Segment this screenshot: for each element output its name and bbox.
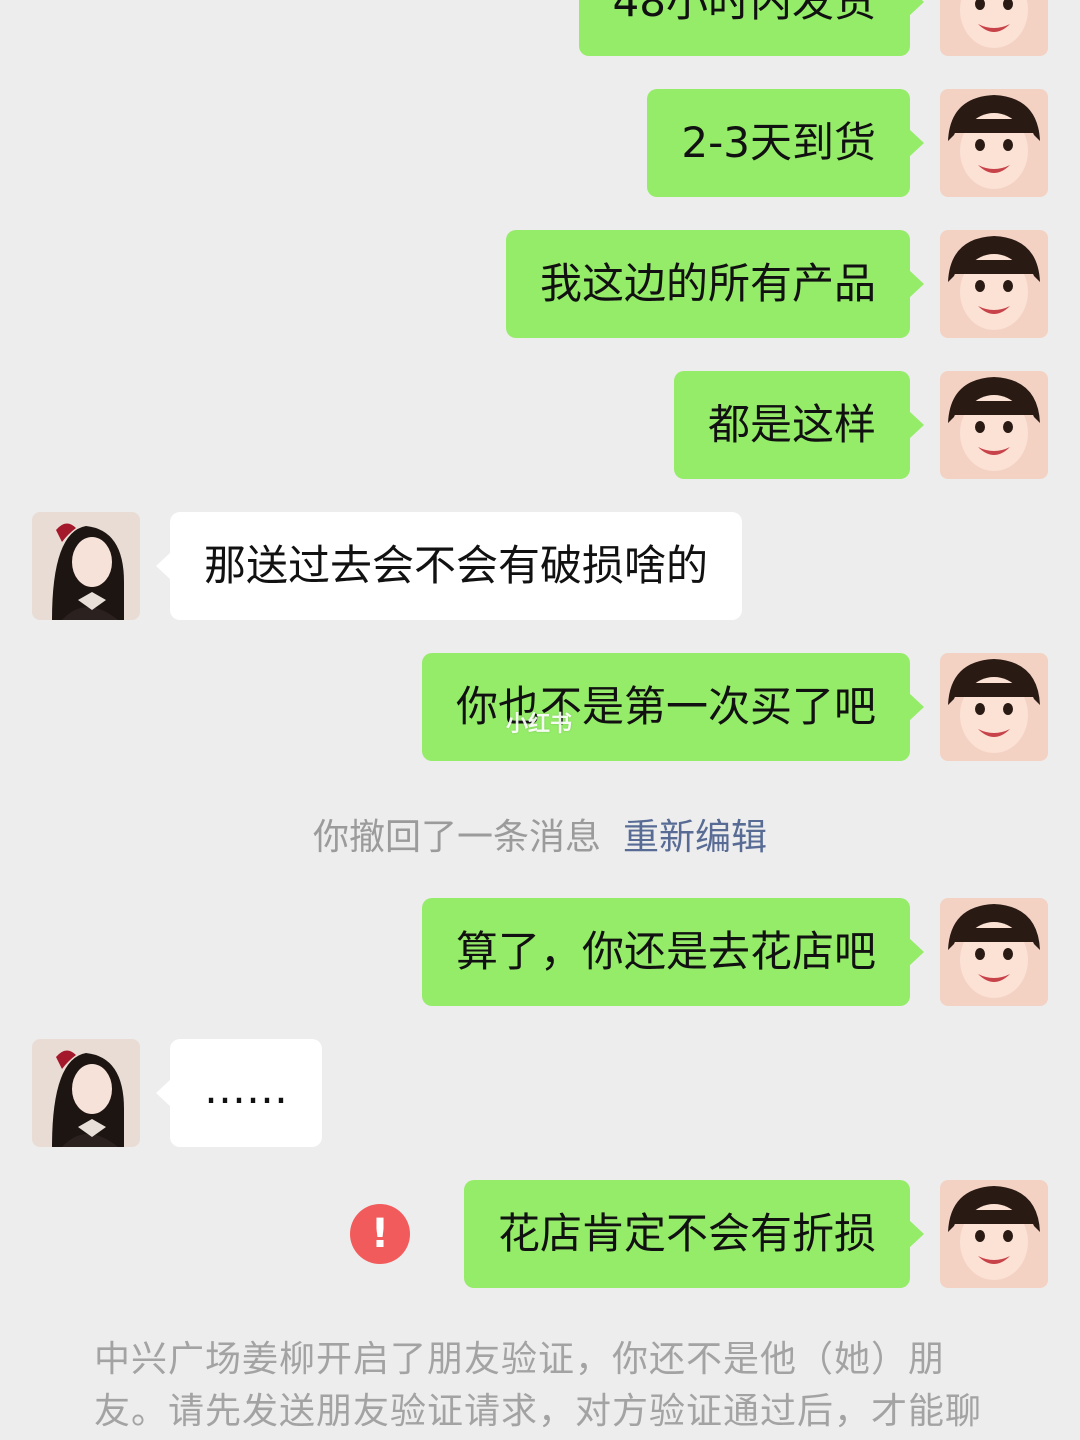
recall-notice: 你撤回了一条消息 重新编辑 bbox=[0, 808, 1080, 860]
message-bubble-sent[interactable]: 花店肯定不会有折损 bbox=[463, 1180, 925, 1288]
chat-view: 48小时内发货 2-3天到货 我这边的所有产品 都是这样 那送过去会不会有破损啥… bbox=[0, 0, 1080, 1440]
notice-line: 中兴广场姜柳开启了朋友验证，你还不是他（她）朋 bbox=[94, 1339, 946, 1380]
contact-avatar[interactable] bbox=[32, 512, 140, 620]
friend-verification-notice: 中兴广场姜柳开启了朋友验证，你还不是他（她）朋 友。请先发送朋友验证请求，对方验… bbox=[94, 1334, 994, 1438]
message-bubble-sent[interactable]: 都是这样 bbox=[673, 371, 925, 479]
my-avatar[interactable] bbox=[940, 653, 1048, 761]
my-avatar[interactable] bbox=[940, 898, 1048, 1006]
my-avatar[interactable] bbox=[940, 1180, 1048, 1288]
message-bubble-sent[interactable]: 你也不是第一次买了吧 bbox=[421, 653, 925, 761]
message-bubble-received[interactable]: …… bbox=[156, 1039, 322, 1147]
message-bubble-received[interactable]: 那送过去会不会有破损啥的 bbox=[155, 512, 743, 620]
message-bubble-sent[interactable]: 2-3天到货 bbox=[647, 89, 924, 197]
my-avatar[interactable] bbox=[940, 371, 1048, 479]
message-bubble-sent[interactable]: 我这边的所有产品 bbox=[505, 230, 925, 338]
my-avatar[interactable] bbox=[940, 0, 1048, 56]
my-avatar[interactable] bbox=[940, 89, 1048, 197]
re-edit-link[interactable]: 重新编辑 bbox=[623, 817, 767, 858]
send-failed-icon[interactable]: ! bbox=[350, 1204, 410, 1264]
watermark-logo: 小红书 bbox=[506, 712, 573, 737]
contact-avatar[interactable] bbox=[32, 1039, 140, 1147]
notice-line: 友。请先发送朋友验证请求，对方验证通过后，才能聊 bbox=[94, 1391, 983, 1432]
message-bubble-sent[interactable]: 48小时内发货 bbox=[578, 0, 925, 56]
my-avatar[interactable] bbox=[940, 230, 1048, 338]
recall-text: 你撤回了一条消息 bbox=[312, 817, 601, 858]
message-bubble-sent[interactable]: 算了，你还是去花店吧 bbox=[421, 898, 925, 1006]
